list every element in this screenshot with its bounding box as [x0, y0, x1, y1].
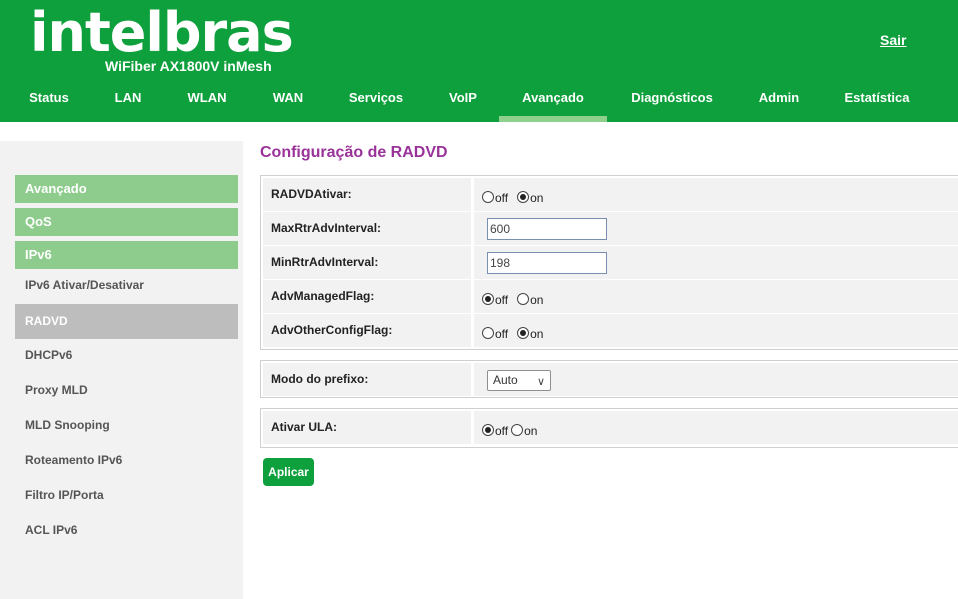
- managed-flag-off-label: off: [495, 293, 509, 307]
- logout-link[interactable]: Sair: [880, 32, 906, 48]
- other-flag-on-label: on: [530, 327, 544, 341]
- tab-avancado[interactable]: Avançado: [499, 80, 607, 122]
- managed-flag-off-radio[interactable]: [482, 292, 494, 305]
- sidebar-item-acl-ipv6[interactable]: ACL IPv6: [15, 513, 238, 548]
- other-flag-label: AdvOtherConfigFlag:: [263, 314, 471, 347]
- ula-off-radio[interactable]: [482, 423, 494, 436]
- sidebar-item-ipv6-routing[interactable]: Roteamento IPv6: [15, 443, 238, 478]
- tab-lan[interactable]: LAN: [100, 80, 156, 122]
- prefix-mode-row: Modo do prefixo: Auto ∨: [263, 363, 958, 396]
- other-flag-off-label: off: [495, 327, 509, 341]
- sidebar-group-ipv6[interactable]: IPv6: [15, 241, 238, 269]
- sidebar-item-proxy-mld[interactable]: Proxy MLD: [15, 373, 238, 408]
- radvd-on-radio[interactable]: [517, 190, 530, 203]
- tab-estatistica[interactable]: Estatística: [832, 80, 922, 122]
- ula-enable-row: Ativar ULA: off on: [263, 411, 958, 444]
- sidebar-group-qos[interactable]: QoS: [15, 208, 238, 236]
- apply-button[interactable]: Aplicar: [263, 458, 314, 486]
- prefix-mode-box: Modo do prefixo: Auto ∨: [260, 360, 958, 398]
- sidebar-group-avancado[interactable]: Avançado: [15, 175, 238, 203]
- ula-on-radio[interactable]: [511, 423, 524, 436]
- product-name: WiFiber AX1800V inMesh: [105, 58, 272, 74]
- ula-on-label: on: [524, 424, 538, 438]
- managed-flag-label: AdvManagedFlag:: [263, 280, 471, 313]
- sidebar-item-ip-port-filter[interactable]: Filtro IP/Porta: [15, 478, 238, 513]
- sidebar-item-radvd[interactable]: RADVD: [15, 304, 238, 339]
- managed-flag-on-radio[interactable]: [517, 292, 530, 305]
- page-title: Configuração de RADVD: [260, 144, 448, 161]
- radvd-on-label: on: [530, 191, 544, 205]
- tab-wan[interactable]: WAN: [258, 80, 318, 122]
- radvd-enable-label: RADVDAtivar:: [263, 178, 471, 211]
- tab-admin[interactable]: Admin: [746, 80, 812, 122]
- min-interval-input[interactable]: 198: [487, 252, 607, 274]
- min-interval-label: MinRtrAdvInterval:: [263, 246, 471, 279]
- ula-enable-label: Ativar ULA:: [263, 411, 471, 444]
- prefix-mode-label: Modo do prefixo:: [263, 363, 471, 396]
- tab-diagnosticos[interactable]: Diagnósticos: [618, 80, 726, 122]
- sidebar-item-ipv6-enable[interactable]: IPv6 Ativar/Desativar: [15, 268, 238, 303]
- radvd-off-label: off: [495, 191, 509, 205]
- sidebar: Avançado QoS IPv6 IPv6 Ativar/Desativar …: [0, 141, 243, 599]
- tab-voip[interactable]: VoIP: [436, 80, 490, 122]
- sidebar-item-dhcpv6[interactable]: DHCPv6: [15, 338, 238, 373]
- radvd-off-radio[interactable]: [482, 190, 494, 203]
- tab-status[interactable]: Status: [14, 80, 84, 122]
- intelbras-logo: intelbras: [30, 1, 294, 64]
- radvd-settings-box: RADVDAtivar: off on MaxRtrAdvInterval: 6…: [260, 175, 958, 350]
- top-header: intelbras WiFiber AX1800V inMesh Sair St…: [0, 0, 958, 122]
- managed-flag-row: AdvManagedFlag: off on: [263, 280, 958, 313]
- max-interval-label: MaxRtrAdvInterval:: [263, 212, 471, 245]
- other-flag-off-radio[interactable]: [482, 326, 494, 339]
- prefix-mode-value: Auto: [493, 373, 518, 387]
- other-flag-on-radio[interactable]: [517, 326, 530, 339]
- other-flag-row: AdvOtherConfigFlag: off on: [263, 314, 958, 347]
- max-interval-row: MaxRtrAdvInterval: 600: [263, 212, 958, 245]
- main-nav: Status LAN WLAN WAN Serviços VoIP Avança…: [0, 80, 958, 122]
- ula-off-label: off: [495, 424, 509, 438]
- tab-wlan[interactable]: WLAN: [172, 80, 242, 122]
- tab-servicos[interactable]: Serviços: [336, 80, 416, 122]
- sidebar-item-mld-snooping[interactable]: MLD Snooping: [15, 408, 238, 443]
- max-interval-input[interactable]: 600: [487, 218, 607, 240]
- managed-flag-on-label: on: [530, 293, 544, 307]
- min-interval-row: MinRtrAdvInterval: 198: [263, 246, 958, 279]
- radvd-enable-row: RADVDAtivar: off on: [263, 178, 958, 211]
- ula-box: Ativar ULA: off on: [260, 408, 958, 448]
- chevron-down-icon: ∨: [536, 376, 545, 388]
- prefix-mode-select[interactable]: Auto ∨: [487, 370, 551, 391]
